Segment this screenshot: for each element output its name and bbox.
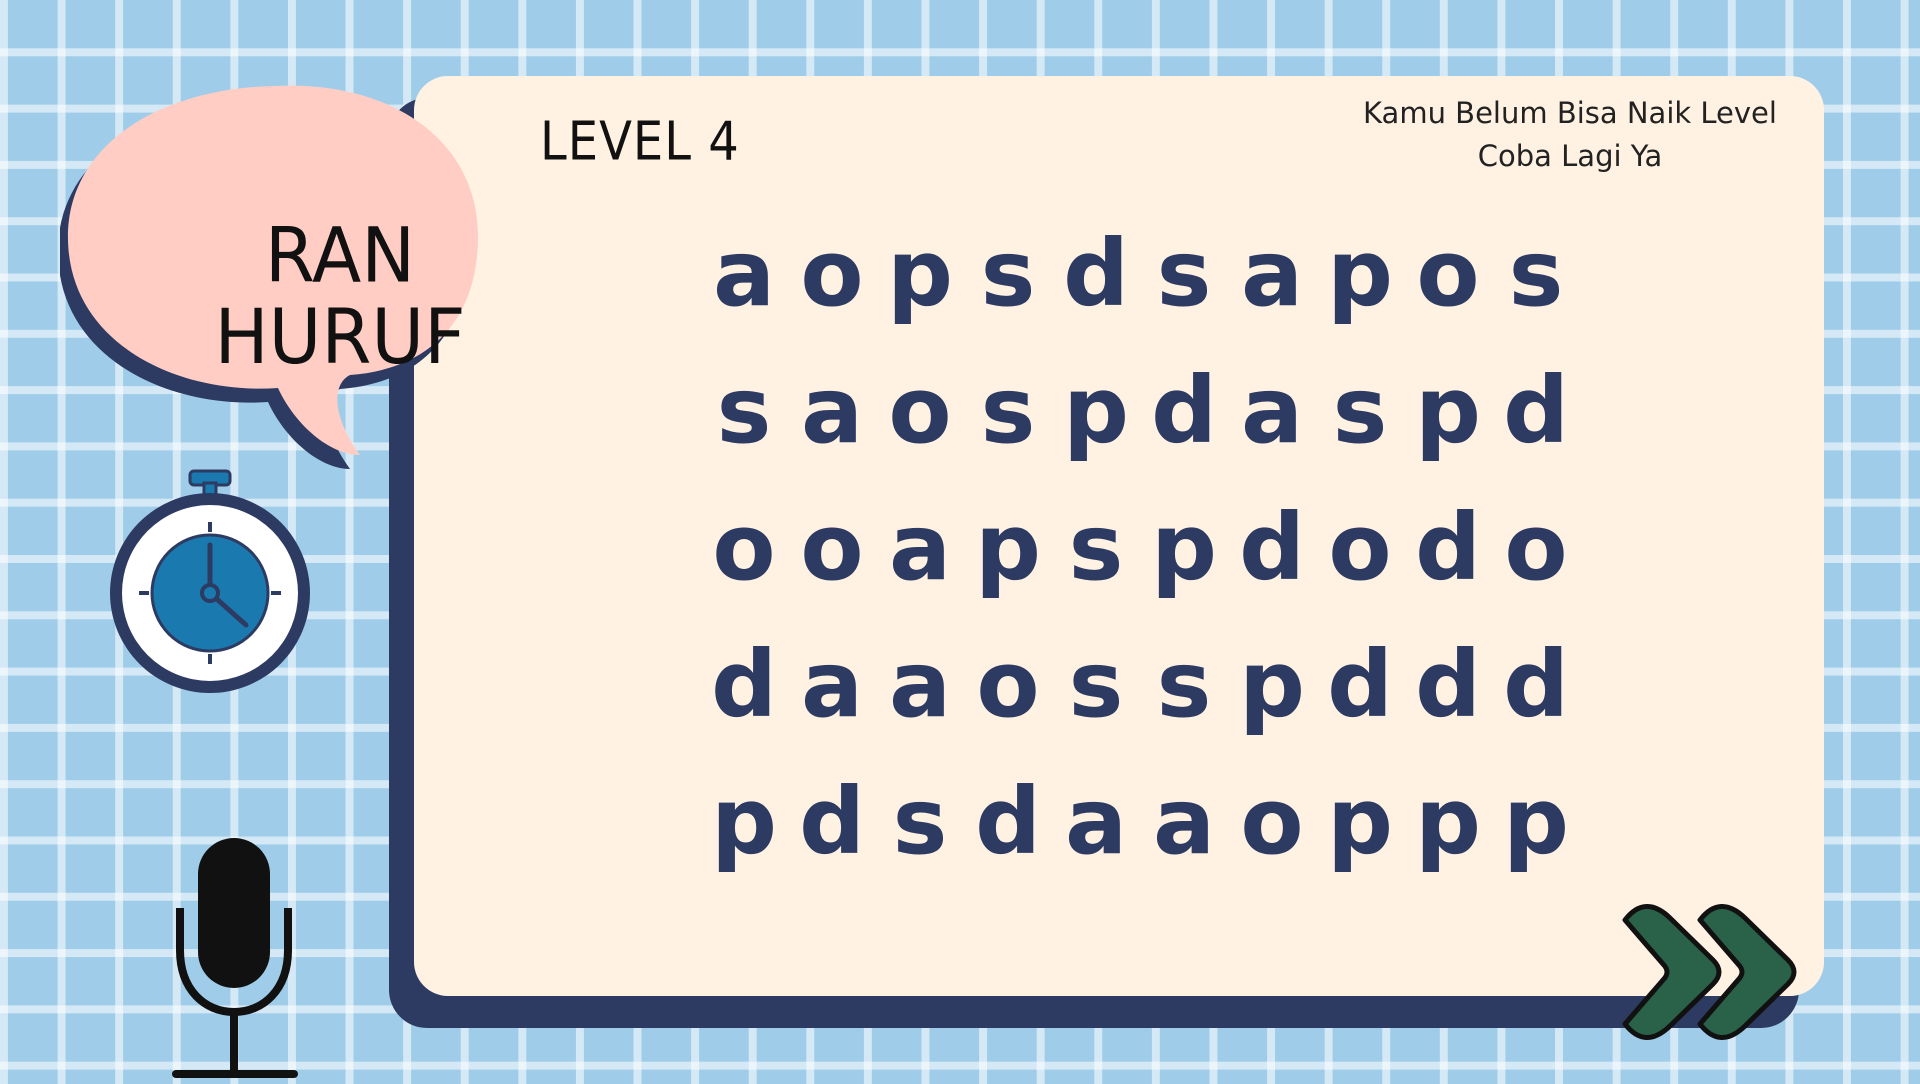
- letter-cell: p: [1063, 357, 1129, 464]
- letter-cell: o: [800, 494, 864, 601]
- letter-cell: a: [1240, 220, 1304, 327]
- letter-cell: d: [975, 768, 1041, 875]
- letter-cell: p: [1327, 768, 1393, 875]
- letter-cell: o: [976, 631, 1040, 738]
- game-name-line-2: HURUF: [214, 292, 466, 382]
- letter-cell: s: [1156, 631, 1212, 738]
- microphone-icon[interactable]: [160, 830, 310, 1080]
- letter-cell: a: [800, 631, 864, 738]
- letter-cell: a: [888, 631, 952, 738]
- letter-row: daaosspddd: [700, 616, 1600, 753]
- game-name-line-1: RAN: [264, 210, 416, 300]
- level-title: LEVEL 4: [540, 110, 740, 173]
- double-chevron-right-icon: [1622, 904, 1797, 1040]
- letter-cell: a: [800, 357, 864, 464]
- status-line-1: Kamu Belum Bisa Naik Level: [1363, 96, 1777, 130]
- letter-cell: s: [1332, 357, 1388, 464]
- letter-cell: o: [1416, 220, 1480, 327]
- status-line-2: Coba Lagi Ya: [1477, 139, 1663, 173]
- letter-cell: s: [980, 357, 1036, 464]
- letter-cell: s: [1508, 220, 1564, 327]
- letter-cell: p: [1415, 768, 1481, 875]
- letter-cell: a: [1152, 768, 1216, 875]
- letter-cell: d: [711, 631, 777, 738]
- stopwatch-icon[interactable]: [100, 465, 320, 705]
- letter-cell: o: [1240, 768, 1304, 875]
- letter-grid: aopsdsapossaospdaspdooapspdododaaosspddd…: [700, 205, 1600, 890]
- letter-cell: p: [975, 494, 1041, 601]
- letter-cell: d: [1503, 357, 1569, 464]
- letter-cell: d: [1151, 357, 1217, 464]
- letter-cell: p: [1327, 220, 1393, 327]
- letter-cell: a: [1064, 768, 1128, 875]
- letter-cell: p: [1503, 768, 1569, 875]
- letter-cell: d: [1503, 631, 1569, 738]
- letter-cell: o: [712, 494, 776, 601]
- letter-cell: d: [1327, 631, 1393, 738]
- letter-row: ooapspdodo: [700, 479, 1600, 616]
- status-message: Kamu Belum Bisa Naik Level Coba Lagi Ya: [1330, 92, 1810, 178]
- letter-cell: s: [1068, 631, 1124, 738]
- letter-cell: d: [1239, 494, 1305, 601]
- letter-row: pdsdaaoppp: [700, 753, 1600, 890]
- letter-row: saospdaspd: [700, 342, 1600, 479]
- letter-cell: a: [1240, 357, 1304, 464]
- letter-cell: d: [1063, 220, 1129, 327]
- letter-row: aopsdsapos: [700, 205, 1600, 342]
- title-bubble: RAN HURUF: [57, 70, 520, 480]
- letter-cell: s: [1156, 220, 1212, 327]
- next-button[interactable]: [1605, 890, 1815, 1050]
- game-name: RAN HURUF: [200, 214, 480, 378]
- letter-cell: p: [1151, 494, 1217, 601]
- letter-cell: p: [711, 768, 777, 875]
- letter-cell: s: [980, 220, 1036, 327]
- letter-cell: o: [888, 357, 952, 464]
- letter-cell: o: [800, 220, 864, 327]
- letter-cell: s: [1068, 494, 1124, 601]
- letter-cell: p: [1415, 357, 1481, 464]
- letter-cell: s: [716, 357, 772, 464]
- letter-cell: d: [799, 768, 865, 875]
- letter-cell: o: [1328, 494, 1392, 601]
- letter-cell: d: [1415, 631, 1481, 738]
- letter-cell: p: [887, 220, 953, 327]
- letter-cell: a: [888, 494, 952, 601]
- letter-cell: d: [1415, 494, 1481, 601]
- letter-cell: o: [1504, 494, 1568, 601]
- letter-cell: s: [892, 768, 948, 875]
- letter-cell: p: [1239, 631, 1305, 738]
- letter-cell: a: [712, 220, 776, 327]
